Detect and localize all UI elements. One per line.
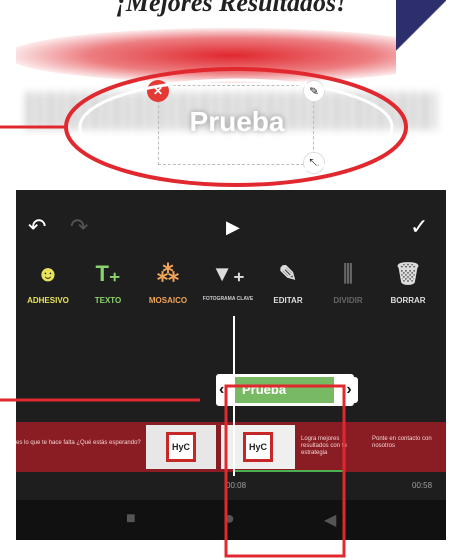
- tool-label: DIVIDIR: [333, 296, 363, 305]
- time-total: 00:58: [412, 481, 433, 490]
- clip-right-handle[interactable]: ›: [340, 377, 358, 403]
- text-icon: T₊: [95, 261, 121, 286]
- time-readout: 00:08 00:58: [16, 481, 446, 495]
- recents-icon[interactable]: ■: [126, 510, 136, 528]
- preview-headline: ¡Mejores Resultados!: [115, 0, 347, 17]
- close-icon[interactable]: ✕: [147, 80, 169, 102]
- tool-adhesivo[interactable]: ☻ ADHESIVO: [16, 258, 80, 305]
- check-icon[interactable]: ✓: [410, 212, 428, 242]
- redo-icon[interactable]: ↷: [70, 212, 88, 242]
- time-current: 00:08: [226, 481, 247, 490]
- pencil-icon: ✎: [278, 261, 298, 286]
- play-icon[interactable]: ▶: [226, 212, 240, 242]
- sticker-text[interactable]: Prueba: [159, 106, 315, 138]
- tool-label: FOTOGRAMA CLAVE: [202, 296, 254, 302]
- text-clip[interactable]: ‹ Prueba ›: [216, 374, 358, 406]
- video-preview[interactable]: ¡Mejores Resultados! Prueba ✕ ✎ ⤡: [16, 0, 446, 190]
- resize-icon[interactable]: ⤡: [303, 152, 325, 174]
- tool-borrar[interactable]: 🗑 BORRAR: [376, 258, 440, 305]
- phone-screen: ¡Mejores Resultados! Prueba ✕ ✎ ⤡ ↶ ↷ ▶ …: [16, 0, 446, 540]
- editor-toolbar: ↶ ↷ ▶ ✓: [16, 212, 446, 242]
- clip-label[interactable]: Prueba: [234, 377, 334, 403]
- logo: HyC: [166, 432, 196, 462]
- back-icon[interactable]: ◀: [324, 510, 336, 530]
- tool-label: ADHESIVO: [27, 296, 69, 305]
- split-icon: ⫼: [342, 261, 354, 286]
- strip-caption: Logra mejores resultados con tu estrateg…: [301, 436, 347, 456]
- tool-label: MOSAICO: [148, 296, 188, 305]
- keyframe-icon: ▼₊: [211, 261, 245, 286]
- tool-dividir[interactable]: ⫼ DIVIDIR: [316, 258, 380, 305]
- tool-bar: ☻ ADHESIVO T₊ TEXTO ⁂ MOSAICO ▼₊ FOTOGRA…: [16, 258, 446, 318]
- text-sticker[interactable]: Prueba: [158, 85, 314, 165]
- clip-left-handle[interactable]: ‹: [219, 377, 229, 403]
- preview-red-banner: [16, 28, 446, 83]
- strip-caption: Ponte en contacto con nosotros: [372, 436, 432, 449]
- preview-corner-graphic: [396, 0, 446, 80]
- logo: HyC: [243, 432, 273, 462]
- pencil-icon[interactable]: ✎: [303, 80, 325, 102]
- strip-caption: es lo que te hace falta ¿Qué estás esper…: [16, 440, 141, 446]
- mosaic-icon: ⁂: [157, 261, 179, 286]
- tool-texto[interactable]: T₊ TEXTO: [76, 258, 140, 305]
- track-progress: [234, 470, 344, 472]
- tool-label: TEXTO: [94, 296, 122, 305]
- thumbnail: HyC: [146, 425, 216, 469]
- tool-label: BORRAR: [390, 296, 426, 305]
- android-navbar: ■ ● ◀: [16, 500, 446, 540]
- video-track[interactable]: es lo que te hace falta ¿Qué estás esper…: [16, 422, 446, 472]
- tool-editar[interactable]: ✎ EDITAR: [256, 258, 320, 305]
- tool-label: EDITAR: [273, 296, 303, 305]
- tool-fotograma-clave[interactable]: ▼₊ FOTOGRAMA CLAVE: [196, 258, 260, 302]
- playhead[interactable]: [233, 316, 235, 476]
- trash-icon: 🗑: [394, 261, 422, 286]
- sticker-icon: ☻: [36, 261, 60, 286]
- tool-mosaico[interactable]: ⁂ MOSAICO: [136, 258, 200, 305]
- home-icon[interactable]: ●: [224, 508, 235, 529]
- undo-icon[interactable]: ↶: [28, 212, 46, 242]
